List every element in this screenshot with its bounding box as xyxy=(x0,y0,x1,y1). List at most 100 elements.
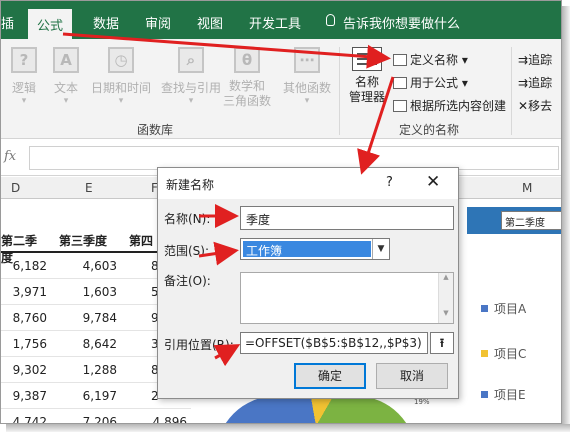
table-cell[interactable]: 7,206 xyxy=(51,415,117,423)
chevron-down-icon[interactable]: ▼ xyxy=(372,239,389,259)
theta-icon: θ xyxy=(234,47,260,73)
column-header-e[interactable]: E xyxy=(85,181,93,195)
button-label: 日期和时间 xyxy=(91,81,152,95)
button-label: 名称 管理器 xyxy=(348,75,385,104)
table-cell[interactable]: 9,302 xyxy=(1,363,47,377)
button-label: 追踪 xyxy=(528,53,553,67)
function-library-group-label: 函数库 xyxy=(137,123,174,137)
text-a-icon: A xyxy=(53,47,79,73)
datetime-functions-button[interactable]: ◷ 日期和时间 ▾ xyxy=(91,47,151,106)
dialog-title: 新建名称 xyxy=(166,178,215,192)
trace-precedents-button[interactable]: ⇉追踪 xyxy=(518,51,552,68)
cancel-button[interactable]: 取消 xyxy=(376,363,448,389)
table-cell[interactable]: 1,603 xyxy=(51,285,117,299)
column-header-m[interactable]: M xyxy=(522,181,532,195)
ref-label: 引用位置(R): xyxy=(164,338,234,352)
scope-select[interactable]: 工作簿 ▼ xyxy=(240,238,390,260)
textarea-scrollbar[interactable]: ▲ ▼ xyxy=(438,273,453,323)
fx-icon[interactable]: fx xyxy=(4,149,16,164)
scroll-down-icon[interactable]: ▼ xyxy=(439,309,453,317)
trace-dependents-button[interactable]: ⇉追踪 xyxy=(518,74,552,91)
remove-arrows-icon: ✕ xyxy=(518,99,529,113)
table-cell[interactable]: 4,742 xyxy=(1,415,47,423)
table-cell[interactable]: 8,642 xyxy=(51,337,117,351)
header-cell[interactable]: 第三季度 xyxy=(59,232,119,249)
more-functions-button[interactable]: ⋯ 其他函数 ▾ xyxy=(283,47,331,106)
logical-functions-button[interactable]: ? 逻辑 ▾ xyxy=(11,47,37,106)
new-name-dialog: 新建名称 ? ✕ 名称(N): 季度 范围(S): 工作簿 ▼ 备注(O): ▲… xyxy=(157,167,459,399)
dialog-title-bar: 新建名称 ? ✕ xyxy=(158,168,458,199)
button-label: 文本 xyxy=(53,81,78,95)
tab-view[interactable]: 视图 xyxy=(197,13,223,32)
button-label: 数学和 三角函数 xyxy=(223,79,272,108)
table-cell[interactable]: 9,784 xyxy=(51,311,117,325)
trace-arrow-icon: ⇉ xyxy=(518,76,529,90)
comment-label: 备注(O): xyxy=(164,274,211,288)
comment-textarea[interactable]: ▲ ▼ xyxy=(240,272,454,324)
define-name-button[interactable]: 定义名称 ▾ xyxy=(393,51,468,68)
name-manager-button[interactable]: 名称 管理器 xyxy=(343,47,391,105)
chevron-down-icon: ▾ xyxy=(21,96,27,106)
refers-to-input[interactable]: =OFFSET($B$5:$B$12,,$P$3) xyxy=(240,332,428,354)
table-row: 4,742 7,206 4,896 xyxy=(1,409,191,423)
table-cell[interactable]: 6,182 xyxy=(1,259,47,273)
tab-developer[interactable]: 开发工具 xyxy=(249,13,301,32)
chevron-down-icon: ▾ xyxy=(304,96,310,106)
use-in-formula-button[interactable]: 用于公式 ▾ xyxy=(393,74,468,91)
tag-icon xyxy=(393,54,407,66)
tell-me-search[interactable]: 告诉我你想要做什么 xyxy=(343,13,460,32)
table-cell[interactable]: 3,971 xyxy=(1,285,47,299)
legend-item: 项目C xyxy=(481,345,526,362)
legend-item: 项目A xyxy=(481,300,526,317)
button-label: 移去 xyxy=(528,99,553,113)
button-label: 查找与引用 xyxy=(161,81,222,95)
defined-names-group-label: 定义的名称 xyxy=(399,123,460,137)
group-divider xyxy=(511,47,512,135)
table-cell[interactable]: 4,603 xyxy=(51,259,117,273)
math-functions-button[interactable]: θ 数学和 三角函数 xyxy=(223,47,271,109)
chevron-down-icon: ▾ xyxy=(118,96,124,106)
collapse-dialog-icon[interactable]: ⭱ xyxy=(430,332,454,354)
table-cell[interactable]: 4,896 xyxy=(121,415,187,423)
more-icon: ⋯ xyxy=(294,47,320,73)
close-icon[interactable]: ✕ xyxy=(426,172,440,192)
table-cell[interactable]: 1,288 xyxy=(51,363,117,377)
table-cell[interactable]: 8,760 xyxy=(1,311,47,325)
magnifier-icon: ⌕ xyxy=(178,47,204,73)
chevron-down-icon: ▾ xyxy=(461,53,468,67)
button-label: 追踪 xyxy=(528,76,553,90)
legend-swatch xyxy=(481,391,488,398)
tab-insert-partial[interactable]: 插 xyxy=(1,13,14,32)
tab-data[interactable]: 数据 xyxy=(93,13,119,32)
table-cell[interactable]: 9,387 xyxy=(1,389,47,403)
create-from-selection-button[interactable]: 根据所选内容创建 xyxy=(393,97,506,114)
help-button[interactable]: ? xyxy=(386,175,393,190)
chart-area[interactable]: 第二季度 项目A 项目C 项目E xyxy=(467,200,561,423)
tab-review[interactable]: 审阅 xyxy=(145,13,171,32)
legend-label: 项目A xyxy=(494,302,527,316)
lightbulb-icon xyxy=(326,14,335,26)
tab-formulas[interactable]: 公式 xyxy=(28,9,73,39)
lookup-functions-button[interactable]: ⌕ 查找与引用 ▾ xyxy=(161,47,221,106)
scroll-up-icon[interactable]: ▲ xyxy=(439,273,453,281)
column-header-d[interactable]: D xyxy=(11,181,20,195)
table-cell[interactable]: 6,197 xyxy=(51,389,117,403)
ribbon-tab-bar: 插 公式 数据 审阅 视图 开发工具 告诉我你想要做什么 xyxy=(1,1,561,39)
button-label: 定义名称 xyxy=(410,53,459,67)
name-input[interactable]: 季度 xyxy=(240,206,454,230)
grid-icon xyxy=(393,100,407,112)
legend-swatch xyxy=(481,305,488,312)
quarter-selector[interactable]: 第二季度 xyxy=(501,211,561,230)
frame-shadow xyxy=(562,6,570,426)
text-functions-button[interactable]: A 文本 ▾ xyxy=(53,47,79,106)
screenshot-frame: 插 公式 数据 审阅 视图 开发工具 告诉我你想要做什么 ? 逻辑 ▾ A 文本… xyxy=(0,0,562,424)
legend-swatch xyxy=(481,350,488,357)
ok-button[interactable]: 确定 xyxy=(294,363,366,389)
button-label: 逻辑 xyxy=(11,81,36,95)
remove-arrows-button[interactable]: ✕移去 xyxy=(518,97,552,114)
chevron-down-icon: ▾ xyxy=(63,96,69,106)
table-cell[interactable]: 1,756 xyxy=(1,337,47,351)
legend-label: 项目E xyxy=(494,388,526,402)
scope-selected-value: 工作簿 xyxy=(243,241,371,258)
trace-arrow-icon: ⇉ xyxy=(518,53,529,67)
